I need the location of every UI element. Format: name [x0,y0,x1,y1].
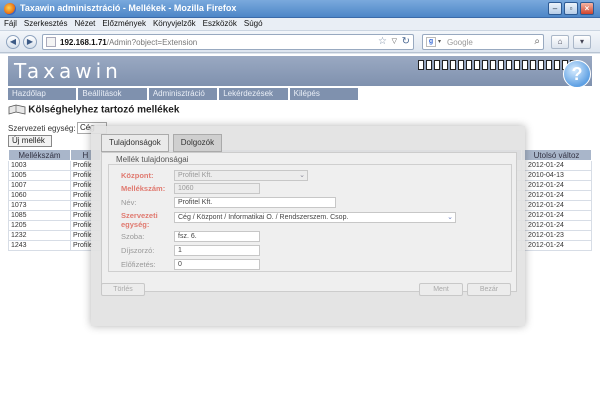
column-header-last-change[interactable]: Utolsó változ [521,149,592,161]
minimize-button[interactable]: – [548,2,562,15]
menu-tools[interactable]: Eszközök [199,18,240,28]
close-button[interactable]: Bezár [467,283,511,296]
menu-edit[interactable]: Szerkesztés [20,18,71,28]
menu-bar: Fájl Szerkesztés Nézet Előzmények Könyvjelző… [0,18,600,31]
search-placeholder: Google [447,38,473,47]
menu-view[interactable]: Nézet [70,18,98,28]
tab-workers[interactable]: Dolgozók [172,134,223,152]
extension-field: 1060 [174,183,260,194]
multiplier-label: Díjszorzó: [121,246,155,255]
cell-extension: 1003 [8,160,71,171]
org-unit-field-value: Cég / Központ / Informatikai O. / Rendsz… [178,214,349,221]
close-window-button[interactable]: × [580,2,594,15]
room-field[interactable]: fsz. 6. [174,231,260,242]
status-squares [418,60,576,70]
google-icon[interactable]: g [426,37,436,47]
dialog-body: Mellék tulajdonságai Központ: Profitel K… [101,152,517,292]
help-icon[interactable]: ? [563,60,591,88]
tab-queries[interactable]: Lekérdezések [219,88,288,100]
tab-properties[interactable]: Tulajdonságok [101,134,169,152]
cell-date: 2012-01-24 [521,200,592,211]
address-host: 192.168.1.71 [60,38,107,47]
org-unit-field-label-1: Szervezeti [121,211,158,220]
menu-history[interactable]: Előzmények [98,18,149,28]
back-arrow-icon[interactable]: ◀ [6,35,20,49]
org-unit-field-select[interactable]: Cég / Központ / Informatikai O. / Rendsz… [174,212,456,223]
app-banner: Taxawin [8,56,592,86]
search-icon[interactable]: ⌕ [534,36,540,47]
app-logo: Taxawin [14,59,122,83]
address-path: /Admin?object=Extension [106,38,198,47]
center-label: Központ: [121,171,154,180]
cell-extension: 1073 [8,200,71,211]
cell-date: 2010-04-13 [521,170,592,181]
extension-label: Mellékszám: [121,184,166,193]
cell-date: 2012-01-24 [521,180,592,191]
cell-date: 2012-01-24 [521,240,592,251]
cell-extension: 1232 [8,230,71,241]
address-bar[interactable]: 192.168.1.71/Admin?object=Extension ☆ ▽ … [42,34,414,50]
org-unit-field-label-2: egység: [121,220,150,229]
bookmark-star-icon[interactable]: ☆ [378,36,387,47]
forward-arrow-icon[interactable]: ▶ [23,35,37,49]
fieldset-legend: Mellék tulajdonságai [114,155,191,164]
cell-date: 2012-01-24 [521,210,592,221]
new-extension-button[interactable]: Új mellék [8,135,52,147]
reload-icon[interactable]: ↻ [402,36,410,47]
addon-icon[interactable]: ▾ [573,35,591,49]
save-button[interactable]: Ment [419,283,463,296]
cell-extension: 1007 [8,180,71,191]
tab-logout[interactable]: Kilépés [289,88,359,100]
navigation-toolbar: ◀ ▶ 192.168.1.71/Admin?object=Extension … [0,31,600,53]
home-icon[interactable]: ⌂ [551,35,569,49]
center-select: Profitel Kft. ⌄ [174,170,308,181]
page-icon [46,37,56,47]
cell-extension: 1005 [8,170,71,181]
cell-date: 2012-01-24 [521,190,592,201]
menu-file[interactable]: Fájl [0,18,20,28]
prepay-field[interactable]: 0 [174,259,260,270]
properties-fieldset: Központ: Profitel Kft. ⌄ Mellékszám: 1060… [108,164,512,272]
name-field[interactable]: Profitel Kft. [174,197,336,208]
page-content: Taxawin ? Hazdőlap Beállítások Adminiszt… [0,54,600,403]
room-label: Szoba: [121,232,145,241]
column-header-extension[interactable]: Mellékszám [8,149,71,161]
main-navigation: Hazdőlap Beállítások Adminisztráció Leké… [8,88,359,100]
firefox-icon [4,3,16,15]
dialog-tabs: Tulajdonságok Dolgozók [101,134,223,152]
delete-button[interactable]: Törlés [101,283,145,296]
maximize-button[interactable]: ▫ [564,2,578,15]
prepay-label: Előfizetés: [121,260,156,269]
window-title: Taxawin adminisztráció - Mellékek - Mozi… [20,3,237,13]
cell-date: 2012-01-23 [521,230,592,241]
tab-settings[interactable]: Beállítások [78,88,147,100]
chevron-down-icon: ⌄ [299,172,305,179]
search-input[interactable]: g ▾ Google ⌕ [422,34,544,50]
multiplier-field[interactable]: 1 [174,245,260,256]
menu-help[interactable]: Súgó [240,18,266,28]
address-url: 192.168.1.71/Admin?object=Extension [60,38,197,47]
menu-bookmarks[interactable]: Könyvjelzők [149,18,199,28]
cell-extension: 1205 [8,220,71,231]
cell-date: 2012-01-24 [521,160,592,171]
cell-extension: 1060 [8,190,71,201]
tab-administration[interactable]: Adminisztráció [148,88,218,100]
name-label: Név: [121,198,137,207]
window-titlebar: Taxawin adminisztráció - Mellékek - Mozi… [0,0,600,18]
cell-extension: 1243 [8,240,71,251]
center-value: Profitel Kft. [178,172,213,179]
tab-home[interactable]: Hazdőlap [8,88,77,100]
page-title: Kölséghelyhez tartozó mellékek [8,104,179,118]
page-title-text: Kölséghelyhez tartozó mellékek [28,104,180,116]
chevron-down-icon[interactable]: ⌄ [447,213,453,222]
search-engine-dropdown-icon[interactable]: ▾ [438,38,441,45]
book-icon [8,104,26,115]
org-unit-label: Szervezeti egység: [8,124,76,133]
chevron-down-icon[interactable]: ▽ [392,37,397,45]
cell-date: 2012-01-24 [521,220,592,231]
extension-properties-dialog: Tulajdonságok Dolgozók Mellék tulajdonsá… [91,126,525,326]
cell-extension: 1085 [8,210,71,221]
